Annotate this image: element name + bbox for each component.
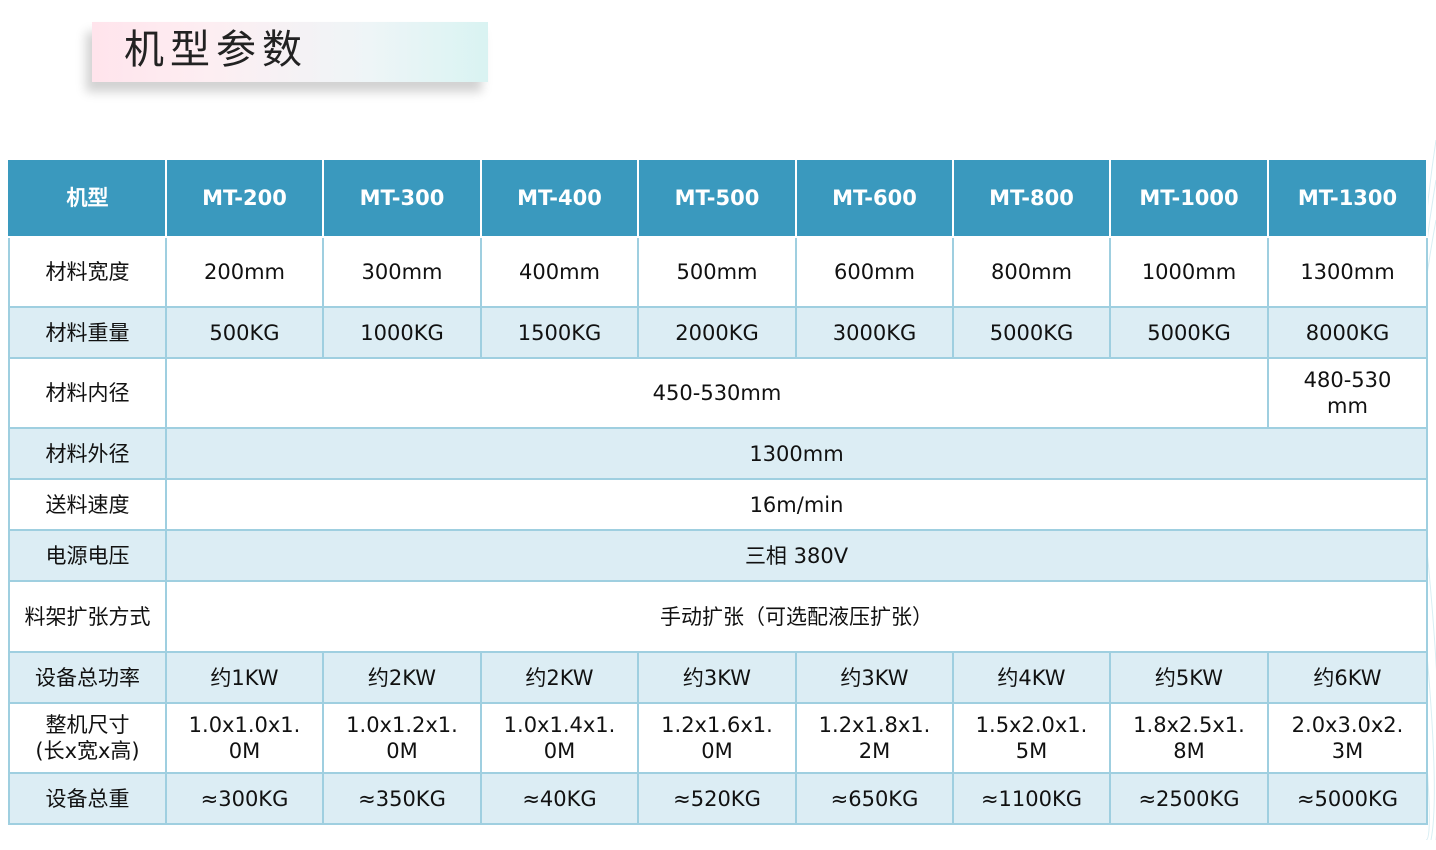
model-header: MT-200: [165, 158, 324, 238]
table-cell: 2.0x3.0x2.3M: [1267, 702, 1428, 774]
model-header: MT-600: [795, 158, 954, 238]
table-cell: 5000KG: [952, 306, 1111, 359]
row-label: 整机尺寸(长x宽x高): [8, 702, 167, 774]
table-cell: 5000KG: [1109, 306, 1269, 359]
table-cell: 1.5x2.0x1.5M: [952, 702, 1111, 774]
model-header: MT-500: [637, 158, 797, 238]
table-cell: ≈650KG: [795, 772, 954, 825]
table-cell: 300mm: [322, 236, 482, 308]
spec-table: 机型 MT-200 MT-300 MT-400 MT-500 MT-600 MT…: [8, 158, 1428, 825]
table-cell: 1.0x1.4x1.0M: [480, 702, 639, 774]
table-cell: 三相 380V: [165, 529, 1428, 582]
table-cell: 1300mm: [165, 427, 1428, 480]
table-cell: 450-530mm: [165, 357, 1269, 429]
row-label: 设备总重: [8, 772, 167, 825]
table-cell: 1300mm: [1267, 236, 1428, 308]
table-row: 电源电压 三相 380V: [8, 529, 1428, 582]
table-row: 材料内径 450-530mm 480-530mm: [8, 357, 1428, 429]
table-cell: 800mm: [952, 236, 1111, 308]
table-cell: 约3KW: [795, 651, 954, 704]
table-row: 材料外径 1300mm: [8, 427, 1428, 480]
table-cell: 约2KW: [322, 651, 482, 704]
row-label: 材料外径: [8, 427, 167, 480]
table-cell: 500KG: [165, 306, 324, 359]
model-header: MT-1300: [1267, 158, 1428, 238]
model-header: MT-800: [952, 158, 1111, 238]
table-cell: 480-530mm: [1267, 357, 1428, 429]
table-cell: 1000mm: [1109, 236, 1269, 308]
table-cell: 约4KW: [952, 651, 1111, 704]
table-cell: 16m/min: [165, 478, 1428, 531]
table-cell: 约2KW: [480, 651, 639, 704]
model-header: MT-300: [322, 158, 482, 238]
row-label: 送料速度: [8, 478, 167, 531]
table-cell: ≈2500KG: [1109, 772, 1269, 825]
table-row: 送料速度 16m/min: [8, 478, 1428, 531]
page-title: 机型参数: [124, 27, 308, 73]
table-cell: 400mm: [480, 236, 639, 308]
table-cell: 1500KG: [480, 306, 639, 359]
table-cell: ≈5000KG: [1267, 772, 1428, 825]
table-row: 整机尺寸(长x宽x高) 1.0x1.0x1.0M 1.0x1.2x1.0M 1.…: [8, 702, 1428, 774]
table-cell: 1.2x1.8x1.2M: [795, 702, 954, 774]
table-cell: 600mm: [795, 236, 954, 308]
table-cell: ≈40KG: [480, 772, 639, 825]
table-row: 设备总重 ≈300KG ≈350KG ≈40KG ≈520KG ≈650KG ≈…: [8, 772, 1428, 825]
table-cell: 约3KW: [637, 651, 797, 704]
table-cell: 1.0x1.2x1.0M: [322, 702, 482, 774]
table-cell: 2000KG: [637, 306, 797, 359]
table-cell: ≈300KG: [165, 772, 324, 825]
model-header: MT-400: [480, 158, 639, 238]
model-header: MT-1000: [1109, 158, 1269, 238]
table-cell: 8000KG: [1267, 306, 1428, 359]
table-cell: 1.8x2.5x1.8M: [1109, 702, 1269, 774]
table-cell: 1.0x1.0x1.0M: [165, 702, 324, 774]
table-row: 料架扩张方式 手动扩张（可选配液压扩张）: [8, 580, 1428, 653]
table-cell: ≈350KG: [322, 772, 482, 825]
header-label: 机型: [8, 158, 167, 238]
table-cell: 约1KW: [165, 651, 324, 704]
table-cell: 500mm: [637, 236, 797, 308]
row-label: 设备总功率: [8, 651, 167, 704]
row-label: 材料宽度: [8, 236, 167, 308]
row-label: 材料内径: [8, 357, 167, 429]
table-cell: 200mm: [165, 236, 324, 308]
table-cell: 3000KG: [795, 306, 954, 359]
table-cell: 约6KW: [1267, 651, 1428, 704]
row-label: 料架扩张方式: [8, 580, 167, 653]
table-row: 材料重量 500KG 1000KG 1500KG 2000KG 3000KG 5…: [8, 306, 1428, 359]
table-cell: 约5KW: [1109, 651, 1269, 704]
table-cell: 1000KG: [322, 306, 482, 359]
row-label: 电源电压: [8, 529, 167, 582]
table-cell: 手动扩张（可选配液压扩张）: [165, 580, 1428, 653]
table-cell: ≈520KG: [637, 772, 797, 825]
table-cell: 1.2x1.6x1.0M: [637, 702, 797, 774]
row-label: 材料重量: [8, 306, 167, 359]
table-cell: ≈1100KG: [952, 772, 1111, 825]
table-row: 设备总功率 约1KW 约2KW 约2KW 约3KW 约3KW 约4KW 约5KW…: [8, 651, 1428, 704]
header-row: 机型 MT-200 MT-300 MT-400 MT-500 MT-600 MT…: [8, 158, 1428, 238]
table-row: 材料宽度 200mm 300mm 400mm 500mm 600mm 800mm…: [8, 236, 1428, 308]
